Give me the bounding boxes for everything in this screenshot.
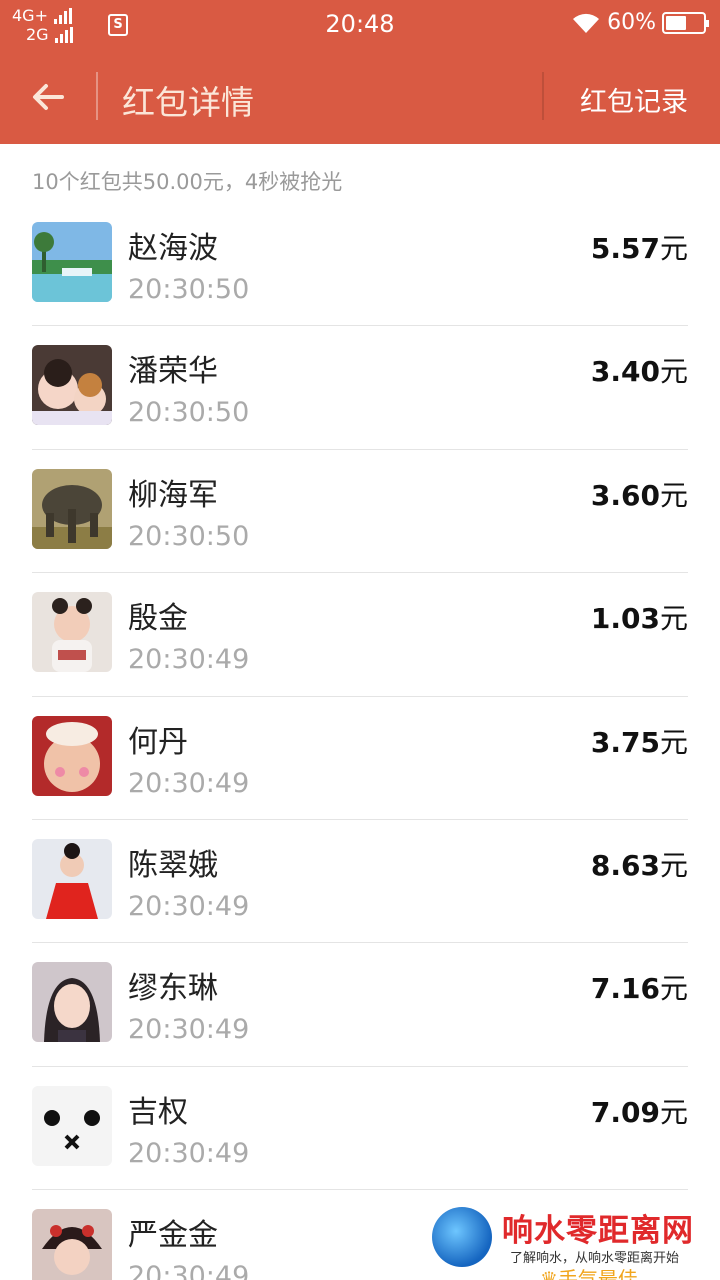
- list-item[interactable]: 何丹 20:30:49 3.75元: [0, 697, 720, 820]
- dots-face-avatar: [32, 1085, 112, 1166]
- recipient-name: 陈翠娥: [128, 847, 218, 883]
- grab-time: 20:30:49: [128, 1137, 250, 1169]
- grab-time: 20:30:49: [128, 1261, 250, 1280]
- watermark-title: 响水零距离网: [502, 1213, 694, 1249]
- baby-avatar: [32, 592, 112, 673]
- list-item[interactable]: 潘荣华 20:30:50 3.40元: [0, 326, 720, 450]
- girl-red-dress-avatar: [32, 838, 112, 919]
- currency-unit: 元: [659, 232, 688, 265]
- amount: 8.63元: [591, 844, 688, 884]
- grab-time: 20:30:49: [128, 644, 250, 676]
- site-logo-icon: [432, 1207, 492, 1267]
- top-navigation-bar: 红包详情 红包记录: [0, 50, 720, 144]
- amount-value: 3.40: [590, 355, 660, 389]
- list-item[interactable]: 缪东琳 20:30:49 7.16元: [0, 943, 720, 1067]
- amount-value: 7.09: [590, 1095, 660, 1129]
- grab-time: 20:30:49: [128, 1014, 250, 1046]
- amount-value: 8.63: [590, 848, 660, 882]
- recipient-name: 潘荣华: [128, 354, 218, 390]
- best-luck-label: 手气最佳: [557, 1267, 638, 1280]
- currency-unit: 元: [659, 725, 688, 759]
- girl-portrait-avatar: [32, 962, 112, 1043]
- amount: 5.57元: [591, 227, 688, 267]
- list-item[interactable]: 殷金 20:30:49 1.03元: [0, 573, 720, 697]
- amount-value: 3.60: [590, 478, 660, 512]
- woman-costume-avatar: [32, 1209, 112, 1280]
- amount: 3.40元: [591, 350, 688, 390]
- battery-percent: 60%: [607, 10, 656, 35]
- amount-value: 1.03: [590, 602, 660, 636]
- nav-divider-right: [542, 72, 544, 120]
- site-watermark: 响水零距离网 了解响水，从响水零距离开始 ♛手气最佳: [430, 1203, 720, 1280]
- status-bar: 4G+ 2G S 20:48 60%: [0, 0, 720, 50]
- elephant-avatar: [32, 468, 112, 549]
- list-item[interactable]: 赵海波 20:30:50 5.57元: [0, 203, 720, 327]
- currency-unit: 元: [659, 972, 688, 1006]
- page-title: 红包详情: [122, 83, 254, 122]
- list-item[interactable]: 柳海军 20:30:50 3.60元: [0, 450, 720, 574]
- currency-unit: 元: [659, 602, 688, 636]
- amount: 1.03元: [591, 597, 688, 637]
- recipient-name: 缪东琳: [128, 971, 218, 1007]
- amount: 7.09元: [591, 1091, 688, 1131]
- battery-icon: [662, 11, 709, 34]
- nav-divider: [96, 72, 98, 120]
- red-packet-history-button[interactable]: 红包记录: [580, 80, 688, 119]
- amount: 7.16元: [591, 967, 688, 1007]
- battery-fill: [666, 15, 686, 30]
- baby-bow-avatar: [32, 715, 112, 796]
- amount: 3.75元: [591, 721, 688, 761]
- back-arrow-icon[interactable]: [28, 77, 68, 117]
- recipient-name: 何丹: [128, 724, 188, 760]
- wifi-icon: [573, 13, 600, 33]
- grab-time: 20:30:50: [128, 520, 250, 552]
- recipient-name: 柳海军: [128, 477, 218, 513]
- kids-avatar: [32, 345, 112, 426]
- grab-time: 20:30:50: [128, 274, 250, 305]
- amount-value: 7.16: [590, 972, 660, 1006]
- crown-icon: ♛: [540, 1267, 558, 1280]
- red-packet-record-list: 赵海波 20:30:50 5.57元 潘荣华 20:30:50 3.40元 柳海…: [0, 203, 720, 1280]
- recipient-name: 吉权: [128, 1094, 188, 1130]
- landscape-avatar: [32, 222, 112, 302]
- amount-value: 5.57: [590, 232, 660, 265]
- grab-time: 20:30:50: [128, 397, 250, 429]
- currency-unit: 元: [659, 478, 688, 512]
- red-packet-summary: 10个红包共50.00元，4秒被抢光: [32, 170, 343, 194]
- amount: 3.60元: [591, 474, 688, 514]
- amount-value: 3.75: [590, 725, 660, 759]
- list-item[interactable]: 吉权 20:30:49 7.09元: [0, 1067, 720, 1191]
- currency-unit: 元: [659, 1095, 688, 1129]
- recipient-name: 殷金: [128, 601, 188, 637]
- recipient-name: 赵海波: [128, 231, 218, 266]
- best-luck-badge: ♛手气最佳: [540, 1263, 638, 1280]
- recipient-name: 严金金: [128, 1218, 218, 1254]
- grab-time: 20:30:49: [128, 767, 250, 799]
- currency-unit: 元: [659, 848, 688, 882]
- currency-unit: 元: [659, 355, 688, 389]
- list-item[interactable]: 陈翠娥 20:30:49 8.63元: [0, 820, 720, 944]
- grab-time: 20:30:49: [128, 890, 250, 922]
